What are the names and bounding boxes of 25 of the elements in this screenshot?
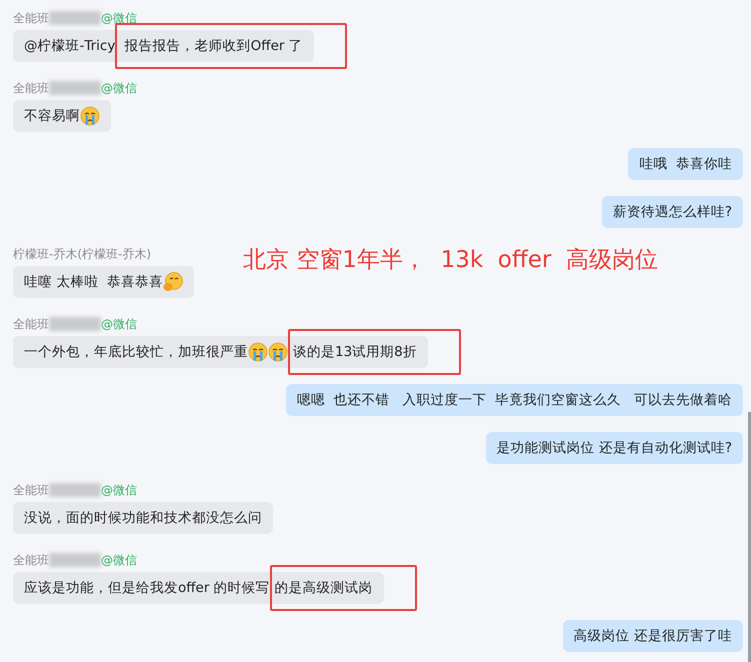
message-bubble: 哇噻 太棒啦 恭喜恭喜 [13,266,194,298]
sender-name: 全能班 [13,10,49,26]
annotation-text: 北京 空窗1年半， 13k offer 高级岗位 [243,246,658,275]
sender-name: 全能班 [13,552,49,568]
scrollbar[interactable] [748,412,751,662]
sender-name: 全能班 [13,482,49,498]
crying-emoji-icon [268,342,288,362]
message-bubble: 嗯嗯 也还不错 入职过度一下 毕竟我们空窗这么久 可以去先做着哈 [286,384,743,416]
wechat-tag: @微信 [101,552,137,568]
wechat-tag: @微信 [101,80,137,96]
wechat-tag: @微信 [101,10,137,26]
wechat-tag: @微信 [101,316,137,332]
message-bubble: 高级岗位 还是很厉害了哇 [562,620,743,652]
cheering-emoji-icon [162,272,183,292]
sender-name: 全能班 [13,316,49,332]
sender-name: 全能班 [13,80,49,96]
crying-emoji-icon [248,342,268,362]
message-bubble: 是功能测试岗位 还是有自动化测试哇? [486,432,743,464]
message-bubble: 哇哦 恭喜你哇 [628,148,743,180]
message-bubble: 不容易啊 [13,100,111,132]
sender-name: 柠檬班-乔木(柠檬班-乔木) [13,246,152,262]
crying-emoji-icon [80,106,100,126]
message-bubble: 没说，面的时候功能和技术都没怎么问 [13,502,273,534]
message-bubble: 薪资待遇怎么样哇? [602,196,743,228]
wechat-tag: @微信 [101,482,137,498]
